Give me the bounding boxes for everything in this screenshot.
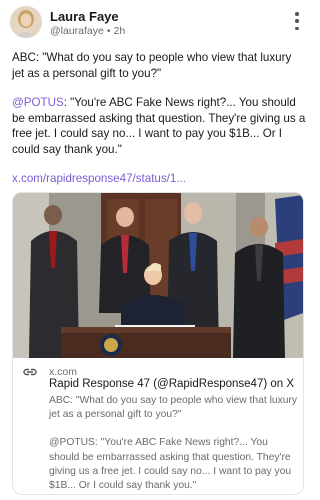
post-header: Laura Faye @laurafaye • 2h: [10, 6, 306, 38]
author-meta: @laurafaye • 2h: [50, 25, 125, 37]
post-link[interactable]: x.com/rapidresponse47/status/1...: [12, 172, 186, 185]
post-time: 2h: [113, 25, 126, 37]
card-image: [13, 193, 303, 358]
card-title[interactable]: Rapid Response 47 (@RapidResponse47) on …: [49, 378, 299, 390]
author-name[interactable]: Laura Faye: [50, 9, 119, 24]
link-icon: [23, 368, 37, 376]
meta-separator: •: [106, 25, 111, 37]
mention-link[interactable]: @POTUS: [12, 96, 64, 109]
card-desc-paragraph: @POTUS: "You're ABC Fake News right?... …: [49, 437, 292, 492]
author-handle[interactable]: @laurafaye: [50, 25, 104, 37]
card-desc-paragraph: ABC: "What do you say to people who view…: [49, 395, 298, 421]
card-domain-row: x.com: [23, 366, 77, 378]
post-body: ABC: "What do you say to people who view…: [12, 50, 306, 201]
link-preview-card[interactable]: x.com Rapid Response 47 (@RapidResponse4…: [12, 192, 304, 495]
post-paragraph: ABC: "What do you say to people who view…: [12, 51, 292, 80]
card-domain: x.com: [49, 366, 78, 378]
card-description: ABC: "What do you say to people who view…: [49, 394, 299, 494]
avatar[interactable]: [10, 6, 42, 38]
post-paragraph: @POTUS: "You're ABC Fake News right?... …: [12, 95, 306, 157]
more-vertical-icon[interactable]: [292, 12, 302, 30]
